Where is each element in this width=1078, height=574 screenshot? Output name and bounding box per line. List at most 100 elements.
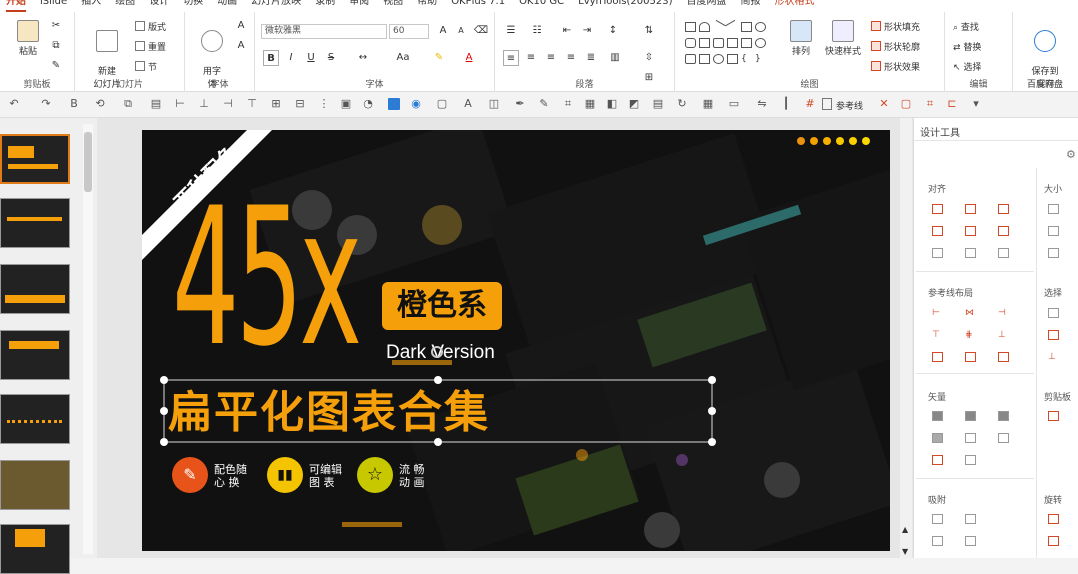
distribute-quick-icon[interactable]: ⋮ [318,98,330,110]
guide-middle-icon[interactable]: ⋕ [965,330,976,340]
guide-left-icon[interactable]: ⊢ [932,308,943,318]
guide-right-icon[interactable]: ⊣ [998,308,1009,318]
crop-icon[interactable]: ⌗ [562,98,574,110]
thumbnail-6[interactable] [0,460,70,510]
tab-7[interactable]: 幻灯片放映 [251,0,301,12]
underline-button[interactable]: U [303,50,319,66]
align-center-icon[interactable]: ≡ [523,50,539,66]
redo-icon[interactable]: ↷ [40,98,52,110]
thumbnail-5[interactable] [0,394,70,444]
scroll-thumb[interactable] [84,132,92,192]
tab-8[interactable]: 录制 [315,0,335,12]
arrange-button[interactable]: 排列 [787,20,815,57]
tab-17[interactable]: 形状格式 [775,0,815,12]
align-center-icon[interactable] [965,204,976,214]
copy-shape-icon[interactable] [965,455,976,465]
distribute-icon[interactable]: ≣ [583,50,599,66]
group-quick-icon[interactable]: ▣ [340,98,352,110]
same-width-icon[interactable] [1048,204,1059,214]
guide-top-icon[interactable]: ⊤ [932,330,943,340]
text-fill-quick-icon[interactable]: ◫ [488,98,500,110]
guides-checkbox[interactable] [822,98,832,110]
align-left-icon[interactable] [932,204,943,214]
tab-0[interactable]: 开始 [6,0,26,12]
resize-handle[interactable] [434,376,442,384]
undo-icon[interactable]: ↶ [8,98,20,110]
tab-11[interactable]: 帮助 [417,0,437,12]
crop-frame-icon[interactable]: ⌗ [924,98,936,110]
intersect-icon[interactable] [932,433,943,443]
align-bottom-quick-icon[interactable]: ⊟ [294,98,306,110]
grid-icon[interactable]: # [804,98,816,110]
frame-icon[interactable]: ▢ [900,98,912,110]
edit-points-icon[interactable] [998,433,1009,443]
font-color-icon[interactable]: A [461,50,477,66]
find-button[interactable]: ⌕ 查找 [953,20,979,33]
font-name-combo[interactable]: 微软雅黑 [261,24,387,39]
shape-fill-button[interactable]: 形状填充 [871,20,920,33]
reset-button[interactable]: 重置 [135,40,166,53]
cut-icon[interactable]: ✂ [48,18,64,34]
quick-styles-button[interactable]: 快速样式 [821,20,865,57]
italic-button[interactable]: I [283,50,299,66]
grow-font-button[interactable]: A [435,23,451,39]
align-right-quick-icon[interactable]: ⊣ [222,98,234,110]
thumbnail-2[interactable] [0,198,70,248]
tab-4[interactable]: 设计 [149,0,169,12]
snap-top-icon[interactable] [932,536,943,546]
layer-icon[interactable]: ▤ [652,98,664,110]
highlight-icon[interactable]: ✎ [431,50,447,66]
combine-icon[interactable] [965,411,976,421]
main-title[interactable]: 扁平化图表合集 [168,388,490,438]
copy-icon[interactable]: ⧉ [48,38,64,54]
fill-color-quick-icon[interactable]: ◉ [410,98,422,110]
shape-outline-button[interactable]: 形状轮廓 [871,40,920,53]
fragment-icon[interactable] [998,411,1009,421]
shapes-gallery[interactable]: { } [683,19,783,72]
guide-center-icon[interactable]: ⋈ [965,308,976,318]
clear-format-icon[interactable]: ⌫ [473,23,489,39]
resize-handle[interactable] [160,376,168,384]
rotate-icon[interactable]: ↻ [676,98,688,110]
thumbnail-3[interactable] [0,264,70,314]
scroll-down-icon[interactable]: ▼ [902,547,908,556]
resize-handle[interactable] [160,438,168,446]
shrink-font-icon[interactable]: A [233,38,249,54]
tab-2[interactable]: 插入 [81,0,101,12]
resize-icon[interactable]: ▭ [728,98,740,110]
bracket-icon[interactable]: ⊏ [946,98,958,110]
bullets-icon[interactable]: ☰ [503,23,519,39]
decrease-indent-icon[interactable]: ⇤ [559,23,575,39]
shape-effects-button[interactable]: 形状效果 [871,60,920,73]
thumbnail-4[interactable] [0,330,70,380]
union-icon[interactable] [932,411,943,421]
numbering-icon[interactable]: ☷ [529,23,545,39]
tab-5[interactable]: 切换 [183,0,203,12]
rotate-cw-icon[interactable] [1048,514,1059,524]
tab-1[interactable]: iSlide [40,0,67,12]
resize-handle[interactable] [434,438,442,446]
shape-combine-icon[interactable]: ◩ [628,98,640,110]
tab-9[interactable]: 审阅 [349,0,369,12]
more-icon[interactable]: ▾ [970,98,982,110]
guide-hspan-icon[interactable] [932,352,943,362]
same-size-icon[interactable] [1048,248,1059,258]
guide-vspan-icon[interactable] [965,352,976,362]
select-button[interactable]: ↖ 选择 [953,60,981,73]
image-icon[interactable]: ▦ [584,98,596,110]
slide[interactable]: 两种配色 45x 橙色系 Dark Version 扁平化图表合集 ✎ 配色随 … [142,130,890,551]
align-right-icon[interactable]: ≡ [543,50,559,66]
format-brush-icon[interactable]: ✎ [538,98,550,110]
resize-handle[interactable] [160,407,168,415]
snap-bottom-icon[interactable] [965,536,976,546]
align-middle-icon[interactable] [965,226,976,236]
justify-icon[interactable]: ≡ [563,50,579,66]
clipboard-copy-icon[interactable] [1048,411,1059,421]
format-painter-icon[interactable]: ✎ [48,58,64,74]
outline-quick-icon[interactable]: ▢ [436,98,448,110]
settings-icon[interactable]: ⚙ [1066,148,1076,161]
increase-indent-icon[interactable]: ⇥ [579,23,595,39]
paste-quick-icon[interactable]: ▤ [150,98,162,110]
font-size-combo[interactable]: 60 [389,24,429,39]
align-right-icon[interactable] [998,204,1009,214]
